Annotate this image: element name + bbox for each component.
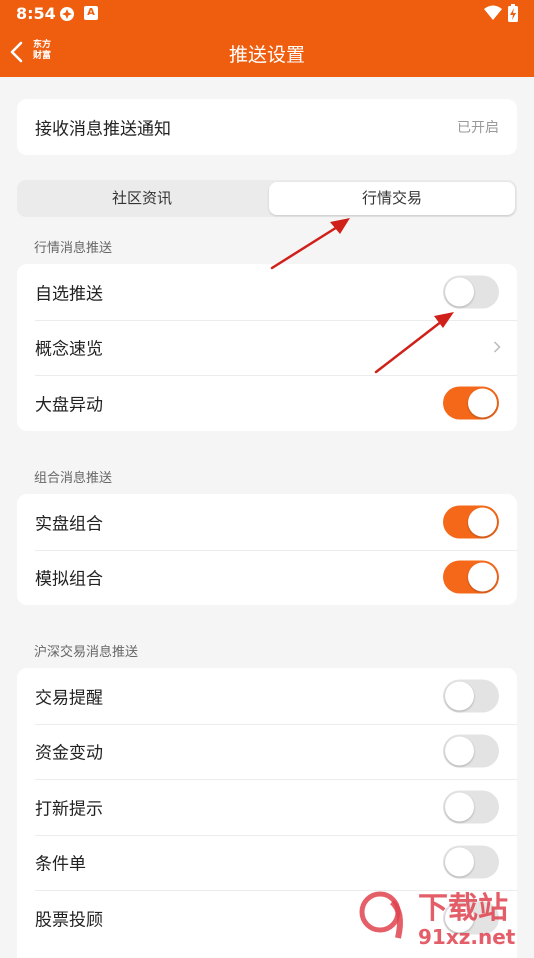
watermark-text-2: 91xz.net [418, 925, 516, 949]
status-bar: 8:54 A [0, 0, 534, 28]
toggle-knob [468, 562, 497, 592]
toggle-knob [445, 792, 474, 822]
row-real-portfolio[interactable]: 实盘组合 [17, 494, 517, 550]
row-trade-reminder[interactable]: 交易提醒 [17, 668, 517, 724]
section-title-market: 行情消息推送 [34, 241, 113, 256]
annotation-arrow-tab [270, 218, 350, 270]
row-ipo-reminder[interactable]: 打新提示 [17, 779, 517, 835]
watermark-text-1: 下载站 [418, 891, 508, 926]
conditional-order-toggle[interactable] [443, 845, 499, 879]
receive-card: 接收消息推送通知 已开启 [17, 99, 517, 155]
annotation-arrow-toggle [374, 312, 454, 374]
receive-status: 已开启 [457, 119, 499, 136]
toggle-knob [445, 277, 474, 307]
section-title-trading: 沪深交易消息推送 [34, 645, 139, 660]
row-label: 股票投顾 [35, 910, 103, 931]
ipo-reminder-toggle[interactable] [443, 790, 499, 824]
row-label: 概念速览 [35, 339, 103, 360]
nav-bar: 东方 财富 推送设置 [0, 28, 534, 77]
row-fund-change[interactable]: 资金变动 [17, 723, 517, 780]
row-market-movement[interactable]: 大盘异动 [17, 375, 517, 431]
receive-label: 接收消息推送通知 [35, 119, 171, 140]
page-title: 推送设置 [228, 44, 305, 66]
row-label: 实盘组合 [35, 514, 103, 535]
portfolio-push-card: 实盘组合 模拟组合 [17, 494, 517, 605]
app-notification-icon [60, 7, 74, 21]
toggle-knob [445, 736, 474, 766]
market-movement-toggle[interactable] [443, 386, 499, 420]
toggle-knob [445, 847, 474, 877]
row-label: 条件单 [35, 854, 86, 875]
watermark-logo: 下载站 91xz.net [359, 891, 516, 949]
battery-icon [508, 4, 518, 22]
simulated-portfolio-toggle[interactable] [443, 560, 499, 594]
chevron-right-icon [493, 341, 501, 353]
real-portfolio-toggle[interactable] [443, 505, 499, 539]
row-label: 模拟组合 [35, 569, 103, 590]
tab-community-news[interactable]: 社区资讯 [19, 182, 265, 215]
toggle-knob [468, 388, 497, 418]
status-time: 8:54 [16, 4, 56, 23]
section-title-portfolio: 组合消息推送 [34, 471, 113, 486]
row-label: 自选推送 [35, 284, 103, 305]
row-simulated-portfolio[interactable]: 模拟组合 [17, 549, 517, 606]
toggle-knob [445, 681, 474, 711]
receive-notifications-row[interactable]: 接收消息推送通知 已开启 [17, 99, 517, 155]
row-label: 大盘异动 [35, 395, 103, 416]
trade-reminder-toggle[interactable] [443, 679, 499, 713]
row-label: 交易提醒 [35, 688, 103, 709]
row-label: 资金变动 [35, 743, 103, 764]
toggle-knob [468, 507, 497, 537]
store-notification-icon: A [84, 6, 98, 20]
wifi-icon [484, 5, 502, 20]
fund-change-toggle[interactable] [443, 734, 499, 768]
row-label: 打新提示 [35, 799, 103, 820]
